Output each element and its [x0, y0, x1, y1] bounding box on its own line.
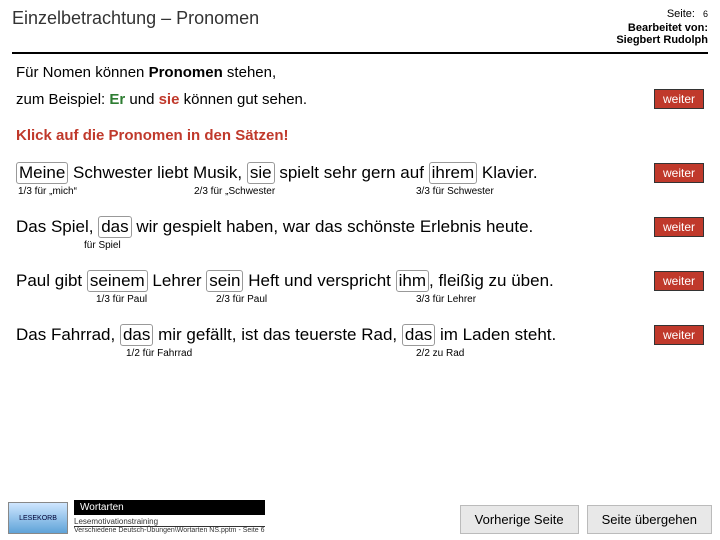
logo: LESEKORB	[8, 502, 68, 534]
header-divider	[12, 52, 708, 54]
weiter-button[interactable]: weiter	[654, 163, 704, 183]
sentence-row: Paul gibt seinem Lehrer sein Heft und ve…	[16, 270, 704, 292]
sentence-row: Das Spiel, das wir gespielt haben, war d…	[16, 216, 704, 238]
hints-row: für Spiel	[16, 240, 704, 254]
prev-page-button[interactable]: Vorherige Seite	[460, 505, 579, 534]
hint: 2/2 zu Rad	[416, 348, 464, 359]
hint: 1/2 für Fahrrad	[126, 348, 192, 359]
hints-row: 1/3 für „mich“ 2/3 für „Schwester 3/3 für …	[16, 186, 704, 200]
sentence-row: Das Fahrrad, das mir gefällt, ist das te…	[16, 324, 704, 346]
hint: 3/3 für Schwester	[416, 186, 494, 197]
footer-tiny-1: Lesemotivationstraining	[74, 517, 265, 527]
page-info: Seite: 6 Bearbeitet von:Siegbert Rudolph	[616, 8, 708, 46]
skip-page-button[interactable]: Seite übergehen	[587, 505, 712, 534]
weiter-button[interactable]: weiter	[654, 271, 704, 291]
sentence: Paul gibt seinem Lehrer sein Heft und ve…	[16, 270, 554, 292]
hints-row: 1/3 für Paul 2/3 für Paul 3/3 für Lehrer	[16, 294, 704, 308]
page-title: Einzelbetrachtung – Pronomen	[12, 8, 259, 29]
sentence: Das Spiel, das wir gespielt haben, war d…	[16, 216, 533, 238]
instruction: Klick auf die Pronomen in den Sätzen!	[16, 127, 704, 144]
weiter-button[interactable]: weiter	[654, 325, 704, 345]
footer-tiny-2: Verschiedene Deutsch-Übungen\Wortarten N…	[74, 527, 265, 534]
intro-line-2: zum Beispiel: Er und sie können gut sehe…	[16, 91, 307, 108]
hints-row: 1/2 für Fahrrad 2/2 zu Rad	[16, 348, 704, 362]
pronoun-box[interactable]: ihrem	[429, 162, 478, 184]
footer: LESEKORB Wortarten Lesemotivationstraini…	[0, 494, 720, 540]
pronoun-box[interactable]: das	[120, 324, 153, 346]
intro-line-1: Für Nomen können Pronomen stehen,	[16, 64, 704, 81]
hint: 1/3 für Paul	[96, 294, 147, 305]
hint: 2/3 für Paul	[216, 294, 267, 305]
sentence: Meine Schwester liebt Musik, sie spielt …	[16, 162, 538, 184]
pronoun-box[interactable]: sein	[206, 270, 243, 292]
weiter-button[interactable]: weiter	[654, 217, 704, 237]
wortarten-badge: Wortarten	[74, 500, 265, 515]
page-number: 6	[703, 9, 708, 19]
sentence: Das Fahrrad, das mir gefällt, ist das te…	[16, 324, 556, 346]
pronoun-box[interactable]: das	[98, 216, 131, 238]
hint: 1/3 für „mich“	[18, 186, 77, 197]
author-name: Siegbert Rudolph	[616, 34, 708, 46]
hint: 3/3 für Lehrer	[416, 294, 476, 305]
pronoun-box[interactable]: Meine	[16, 162, 68, 184]
content: Für Nomen können Pronomen stehen, zum Be…	[0, 64, 720, 362]
page-label: Seite:	[667, 8, 695, 20]
pronoun-box[interactable]: seinem	[87, 270, 148, 292]
sentences-container: Meine Schwester liebt Musik, sie spielt …	[16, 162, 704, 362]
weiter-button[interactable]: weiter	[654, 89, 704, 109]
pronoun-box[interactable]: sie	[247, 162, 275, 184]
edited-by-label: Bearbeitet von:	[628, 22, 708, 34]
pronoun-box[interactable]: das	[402, 324, 435, 346]
hint: 2/3 für „Schwester	[194, 186, 275, 197]
pronoun-box[interactable]: ihm	[396, 270, 429, 292]
hint: für Spiel	[84, 240, 121, 251]
sentence-row: Meine Schwester liebt Musik, sie spielt …	[16, 162, 704, 184]
header: Einzelbetrachtung – Pronomen Seite: 6 Bea…	[0, 0, 720, 50]
